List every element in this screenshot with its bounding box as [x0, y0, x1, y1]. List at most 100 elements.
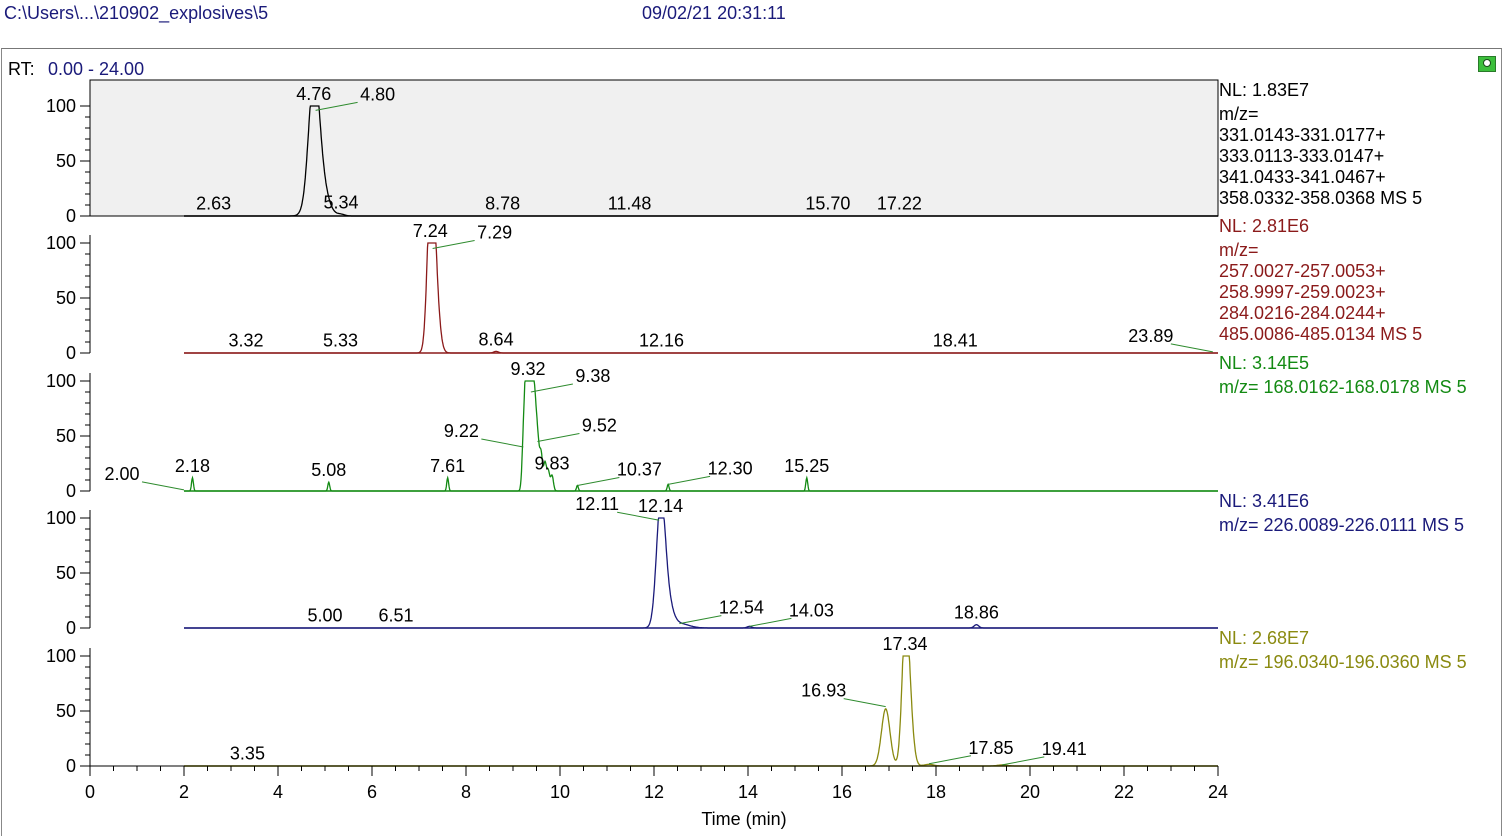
x-tick-label: 12	[644, 782, 664, 802]
peak-leader-line	[530, 383, 573, 393]
peak-label: 2.18	[175, 456, 210, 476]
trace-mz-label: m/z= 226.0089-226.0111 MS 5	[1219, 515, 1464, 535]
trace-nl-label: NL: 2.81E6	[1219, 216, 1309, 236]
y-tick-label: 0	[66, 756, 76, 776]
trace-mz-label: m/z= 196.0340-196.0360 MS 5	[1219, 652, 1467, 672]
peak-leader-line	[537, 433, 580, 442]
y-tick-label: 50	[56, 426, 76, 446]
y-tick-label: 50	[56, 151, 76, 171]
peak-label: 5.34	[323, 192, 358, 212]
peak-label: 3.35	[230, 743, 265, 763]
peak-leader-line	[577, 477, 620, 486]
peak-label: 12.14	[638, 496, 683, 516]
peak-label: 5.33	[323, 330, 358, 350]
trace-mz-label: 485.0086-485.0134 MS 5	[1219, 324, 1422, 344]
peak-label: 7.29	[477, 223, 512, 243]
peak-leader-line	[432, 240, 475, 249]
x-tick-label: 0	[85, 782, 95, 802]
peak-label: 7.61	[430, 456, 465, 476]
trace-mz-label: 284.0216-284.0244+	[1219, 303, 1386, 323]
y-tick-label: 50	[56, 288, 76, 308]
x-tick-label: 18	[926, 782, 946, 802]
y-tick-label: 0	[66, 618, 76, 638]
peak-label: 23.89	[1128, 326, 1173, 346]
peak-leader-line	[668, 475, 711, 485]
peak-leader-line	[1002, 756, 1045, 766]
peak-label: 12.54	[719, 598, 764, 618]
peak-label: 19.41	[1042, 739, 1087, 759]
peak-label: 8.78	[485, 193, 520, 213]
trace-mz-label: 258.9997-259.0023+	[1219, 282, 1386, 302]
y-tick-label: 100	[46, 96, 76, 116]
x-tick-label: 22	[1114, 782, 1134, 802]
peak-label: 7.24	[413, 221, 448, 241]
peak-label: 9.83	[534, 454, 569, 474]
y-tick-label: 100	[46, 371, 76, 391]
peak-label: 18.86	[954, 603, 999, 623]
highlighted-trace-background	[89, 79, 1219, 217]
trace-nl-label: NL: 1.83E7	[1219, 80, 1309, 100]
x-tick-label: 16	[832, 782, 852, 802]
peak-leader-line	[1170, 343, 1213, 353]
peak-label: 14.03	[789, 600, 834, 620]
x-tick-label: 10	[550, 782, 570, 802]
trace-mz-label: 358.0332-358.0368 MS 5	[1219, 188, 1422, 208]
peak-label: 6.51	[378, 605, 413, 625]
trace-mz-label: m/z=	[1219, 104, 1259, 124]
y-tick-label: 50	[56, 701, 76, 721]
peak-leader-line	[843, 698, 886, 708]
peak-label: 3.32	[229, 330, 264, 350]
peak-label: 12.11	[575, 494, 619, 514]
x-tick-label: 2	[179, 782, 189, 802]
chromatogram-chart: 0501004.76 4.802.63 5.34 8.78 11.48 15.70 17.2…	[46, 79, 1467, 829]
x-tick-label: 8	[461, 782, 471, 802]
trace-nl-label: NL: 2.68E7	[1219, 628, 1309, 648]
peak-label: 17.22	[877, 193, 922, 213]
y-tick-label: 0	[66, 481, 76, 501]
y-tick-label: 50	[56, 563, 76, 583]
peak-label: 17.85	[968, 738, 1013, 758]
y-tick-label: 100	[46, 233, 76, 253]
x-tick-label: 20	[1020, 782, 1040, 802]
trace-nl-label: NL: 3.14E5	[1219, 353, 1309, 373]
peak-leader-line	[928, 755, 972, 765]
y-tick-label: 0	[66, 206, 76, 226]
peak-label: 4.76	[296, 84, 331, 104]
y-tick-label: 100	[46, 508, 76, 528]
peak-label: 10.37	[617, 460, 662, 480]
x-axis-label: Time (min)	[701, 809, 786, 829]
trace-nl-label: NL: 3.41E6	[1219, 491, 1309, 511]
peak-label: 9.22	[444, 421, 479, 441]
x-tick-label: 24	[1208, 782, 1228, 802]
trace-mz-label: 331.0143-331.0177+	[1219, 125, 1386, 145]
peak-leader-line	[141, 481, 185, 491]
trace-mz-label: 333.0113-333.0147+	[1219, 146, 1384, 166]
peak-label: 12.30	[708, 458, 753, 478]
x-tick-label: 14	[738, 782, 758, 802]
peak-leader-line	[481, 438, 524, 448]
peak-leader-line	[679, 615, 722, 625]
trace-mz-label: 341.0433-341.0467+	[1219, 167, 1386, 187]
peak-label: 4.80	[360, 84, 395, 104]
peak-label: 15.25	[784, 456, 829, 476]
y-tick-label: 100	[46, 646, 76, 666]
peak-label: 2.63	[196, 193, 231, 213]
peak-label: 9.38	[575, 366, 610, 386]
peak-label: 18.41	[933, 330, 978, 350]
x-tick-label: 4	[273, 782, 283, 802]
peak-label: 9.52	[582, 416, 617, 436]
peak-label: 5.08	[311, 460, 346, 480]
trace-mz-label: m/z= 168.0162-168.0178 MS 5	[1219, 377, 1467, 397]
peak-label: 9.32	[511, 359, 546, 379]
peak-label: 12.16	[639, 330, 684, 350]
x-tick-label: 6	[367, 782, 377, 802]
peak-label: 16.93	[801, 681, 846, 701]
peak-label: 15.70	[805, 193, 850, 213]
trace-mz-label: m/z=	[1219, 240, 1259, 260]
peak-label: 5.00	[307, 605, 342, 625]
peak-label: 17.34	[882, 634, 927, 654]
y-tick-label: 0	[66, 343, 76, 363]
trace-mz-label: 257.0027-257.0053+	[1219, 261, 1386, 281]
peak-label: 11.48	[608, 193, 652, 213]
peak-label: 8.64	[479, 329, 514, 349]
